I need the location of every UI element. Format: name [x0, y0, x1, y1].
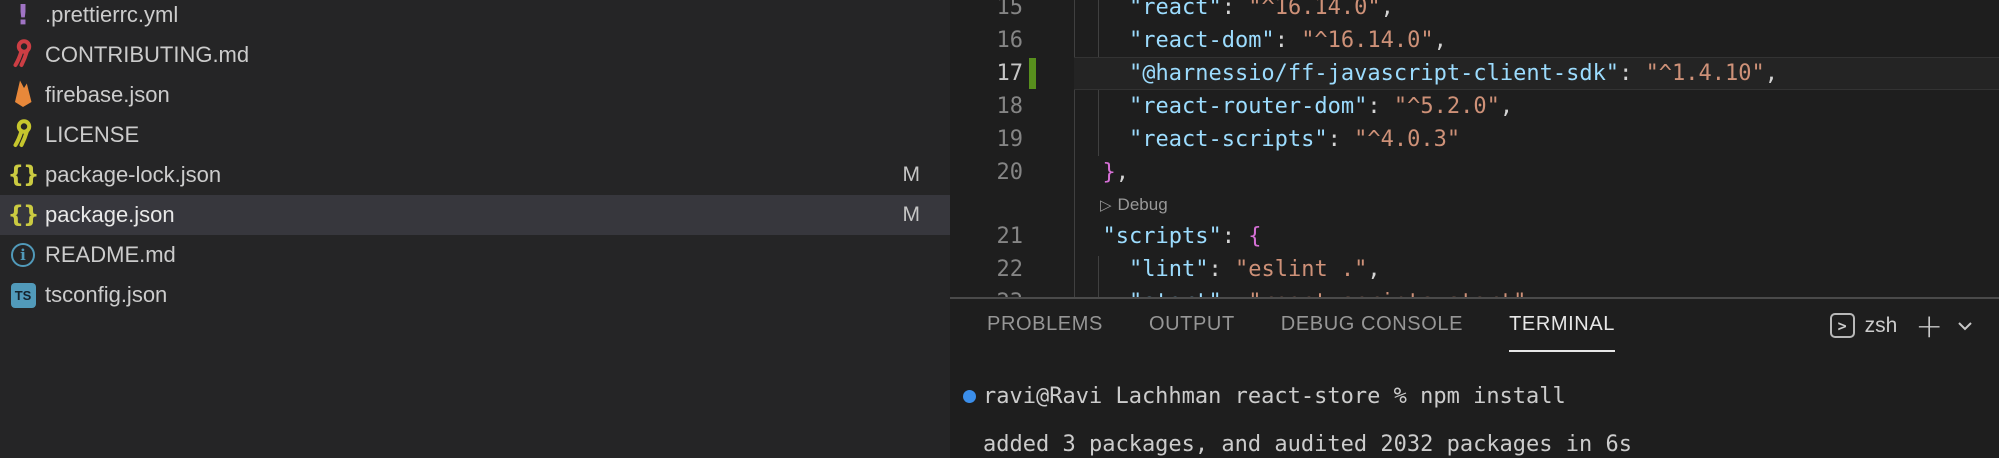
terminal-shell-icon[interactable]: >: [1830, 313, 1855, 338]
code-editor[interactable]: 15 "react": "^16.14.0",16 "react-dom": "…: [950, 0, 1999, 297]
file-name: README.md: [45, 242, 176, 268]
file-row-package-lock-json[interactable]: {} package-lock.json M: [0, 155, 950, 195]
code-text: "react-router-dom": "^5.2.0",: [1076, 90, 1513, 123]
file-name: CONTRIBUTING.md: [45, 42, 249, 68]
code-text: "react-scripts": "^4.0.3": [1076, 123, 1460, 156]
panel-tab-output[interactable]: OUTPUT: [1149, 299, 1235, 352]
command-decoration-dot: [963, 390, 976, 403]
code-line-19[interactable]: 19 "react-scripts": "^4.0.3": [950, 123, 1999, 156]
editor-gutter-line-number: 19: [950, 123, 1023, 156]
editor-gutter-line-number: 22: [950, 253, 1023, 286]
editor-gutter-line-number: 15: [950, 0, 1023, 24]
code-line-23[interactable]: 23 "start": "react-scripts start": [950, 286, 1999, 297]
code-line-18[interactable]: 18 "react-router-dom": "^5.2.0",: [950, 90, 1999, 123]
terminal-line: added 3 packages, and audited 2032 packa…: [983, 432, 1632, 458]
file-row-firebase-json[interactable]: firebase.json: [0, 75, 950, 115]
ribbon-icon-yellow: [11, 118, 35, 153]
code-line-17[interactable]: 17 "@harnessio/ff-javascript-client-sdk"…: [950, 57, 1999, 90]
prettier-icon: !: [17, 1, 30, 29]
file-name: package-lock.json: [45, 162, 221, 188]
new-terminal-button[interactable]: +: [1915, 309, 1943, 342]
json-braces-icon: {}: [8, 164, 39, 187]
codelens-play-icon: ▷: [1100, 197, 1112, 214]
file-row-readme-md[interactable]: i README.md: [0, 235, 950, 275]
gutter-added-indicator: [1029, 58, 1036, 89]
terminal-line: ravi@Ravi Lachhman react-store % npm ins…: [983, 384, 1566, 410]
panel: PROBLEMS OUTPUT DEBUG CONSOLE TERMINAL > zs…: [950, 297, 1999, 458]
file-name: .prettierrc.yml: [45, 2, 178, 28]
vscode-window: ! .prettierrc.yml CONTRIBUTING.md firebase.…: [0, 0, 1999, 458]
file-row-license[interactable]: LICENSE: [0, 115, 950, 155]
code-text: "start": "react-scripts start": [1076, 286, 1526, 297]
editor-gutter-line-number: 21: [950, 220, 1023, 253]
code-text: },: [1076, 156, 1129, 189]
code-line-20[interactable]: 20 },: [950, 156, 1999, 189]
file-name: package.json: [45, 202, 175, 228]
file-name: firebase.json: [45, 82, 170, 108]
json-braces-icon: {}: [8, 204, 39, 227]
editor-gutter-line-number: 17: [950, 57, 1023, 90]
code-line-15[interactable]: 15 "react": "^16.14.0",: [950, 0, 1999, 24]
editor-gutter-line-number: 16: [950, 24, 1023, 57]
editor-gutter-line-number: 20: [950, 156, 1023, 189]
file-name: LICENSE: [45, 122, 139, 148]
code-line-22[interactable]: 22 "lint": "eslint .",: [950, 253, 1999, 286]
panel-tab-terminal[interactable]: TERMINAL: [1509, 299, 1615, 352]
code-line-21[interactable]: 21 "scripts": {: [950, 220, 1999, 253]
file-row-tsconfig-json[interactable]: TS tsconfig.json: [0, 275, 950, 315]
code-lines: 15 "react": "^16.14.0",16 "react-dom": "…: [950, 0, 1999, 297]
editor-gutter-line-number: 18: [950, 90, 1023, 123]
terminal-dropdown-chevron-icon[interactable]: [1957, 321, 1973, 331]
shell-name[interactable]: zsh: [1865, 314, 1898, 338]
panel-actions: > zsh +: [1830, 299, 1973, 352]
ribbon-icon-red: [11, 38, 35, 73]
file-row-package-json[interactable]: {} package.json M: [0, 195, 950, 235]
codelens-label: Debug: [1118, 195, 1168, 214]
git-modified-badge: M: [903, 163, 921, 187]
info-icon: i: [11, 243, 35, 267]
git-modified-badge: M: [903, 203, 921, 227]
code-text: "scripts": {: [1076, 220, 1261, 253]
panel-tab-problems[interactable]: PROBLEMS: [987, 299, 1103, 352]
panel-tab-debug-console[interactable]: DEBUG CONSOLE: [1281, 299, 1463, 352]
file-name: tsconfig.json: [45, 282, 167, 308]
code-text: "react-dom": "^16.14.0",: [1076, 24, 1447, 57]
file-explorer: ! .prettierrc.yml CONTRIBUTING.md firebase.…: [0, 0, 950, 458]
file-row-contributing-md[interactable]: CONTRIBUTING.md: [0, 35, 950, 75]
code-text: "lint": "eslint .",: [1076, 253, 1381, 286]
firebase-icon: [10, 78, 36, 113]
code-text: "react": "^16.14.0",: [1076, 0, 1394, 24]
code-text: "@harnessio/ff-javascript-client-sdk": "…: [1076, 57, 1778, 90]
typescript-icon: TS: [11, 283, 36, 308]
editor-gutter-line-number: 23: [950, 286, 1023, 297]
code-line-16[interactable]: 16 "react-dom": "^16.14.0",: [950, 24, 1999, 57]
file-row--prettierrc-yml[interactable]: ! .prettierrc.yml: [0, 0, 950, 35]
codelens-debug[interactable]: ▷ Debug: [1100, 189, 1168, 220]
